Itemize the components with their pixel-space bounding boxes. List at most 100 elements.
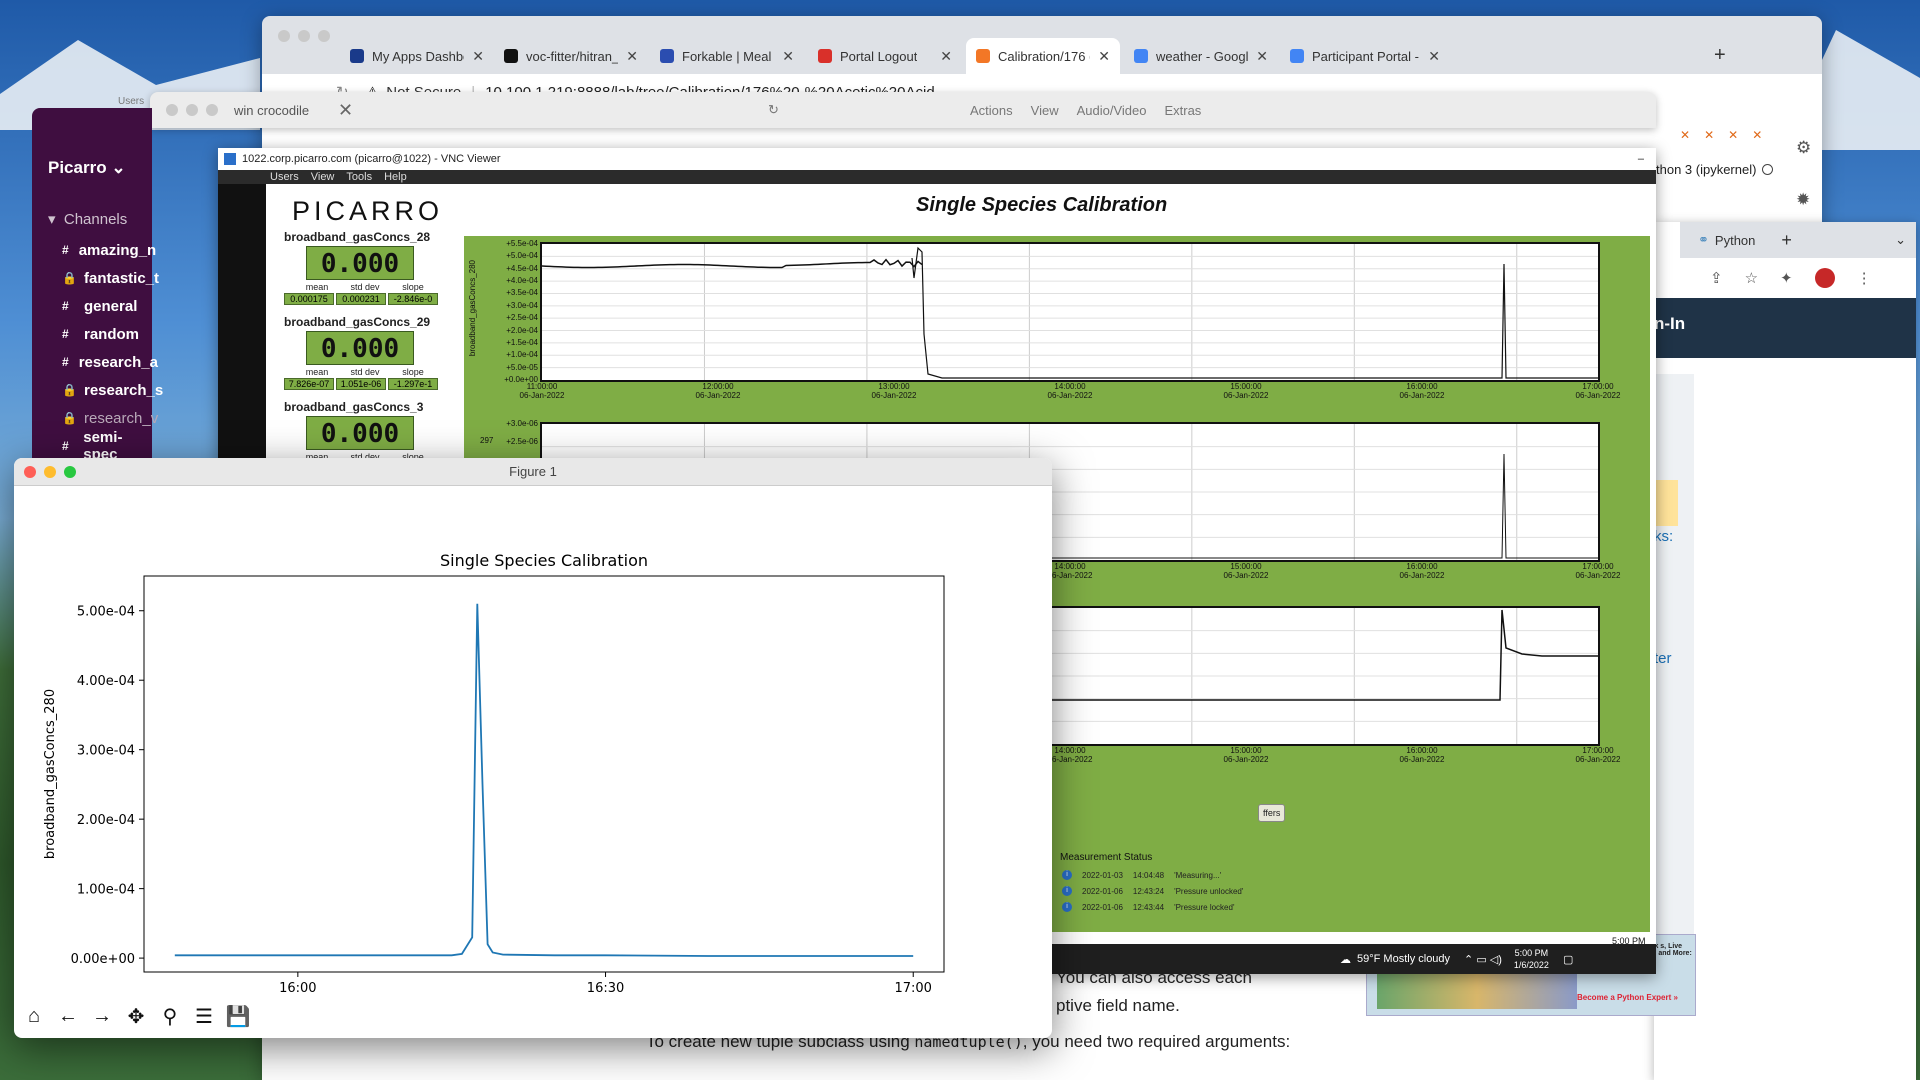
hash-icon: # <box>62 439 69 453</box>
tab-favicon-icon <box>350 49 364 63</box>
hash-icon: # <box>62 299 69 313</box>
new-tab-button[interactable]: + <box>1714 44 1726 67</box>
new-tab-button-2[interactable]: + <box>1781 230 1792 251</box>
y-axis-label: broadband_gasConcs_280 <box>43 689 58 859</box>
tab-favicon-icon <box>1134 49 1148 63</box>
rdp-menu-item[interactable]: Audio/Video <box>1077 103 1147 118</box>
rdp-menu-item[interactable]: Actions <box>970 103 1013 118</box>
figure-window: Figure 1 Single Species Calibration broad… <box>14 458 1052 1038</box>
tab-label: voc-fitter/hitran_const <box>526 48 618 64</box>
clock[interactable]: 5:00 PM 1/6/2022 <box>1514 947 1549 971</box>
tray-icons[interactable]: ⌃ ▭ ◁) <box>1464 953 1502 966</box>
channel-item[interactable]: # random <box>32 320 152 348</box>
tab-close-icon[interactable]: ✕ <box>782 48 794 65</box>
vnc-menu-item[interactable]: Users <box>270 171 299 183</box>
figure-window-controls[interactable] <box>24 466 76 478</box>
article-link-1[interactable]: ks: <box>1654 528 1673 545</box>
menu-icon[interactable]: ⋮ <box>1857 269 1872 287</box>
rdp-window-controls[interactable] <box>166 104 218 116</box>
home-icon[interactable]: ⌂ <box>20 1002 48 1030</box>
rdp-menu-item[interactable]: View <box>1031 103 1059 118</box>
rdp-refresh-icon[interactable]: ↻ <box>768 102 779 118</box>
channel-item[interactable]: 🔒 research_v <box>32 404 158 432</box>
channel-item[interactable]: # semi-spec <box>32 429 152 463</box>
channel-name: research_a <box>78 353 158 371</box>
stat-header: std dev <box>350 367 380 377</box>
channel-item[interactable]: # general <box>32 292 152 320</box>
extensions-icon[interactable]: ✦ <box>1780 269 1793 287</box>
browser-tab[interactable]: My Apps Dashboard | ✕ <box>340 38 494 74</box>
gauge: broadband_gasConcs_29 0.000 mean std dev slo… <box>284 315 444 390</box>
plot1[interactable]: +5.5e-04 +5.0e-04 +4.5e-04 +4.0e-04 +3.5e-04… <box>504 239 1620 400</box>
chevron-down-icon[interactable]: ⌄ <box>1895 232 1906 248</box>
vnc-minimize[interactable]: – <box>1638 153 1644 165</box>
buffers-button[interactable]: ffers <box>1258 804 1286 822</box>
forward-icon[interactable]: → <box>88 1002 116 1030</box>
vnc-menu-item[interactable]: Tools <box>346 171 372 183</box>
y-tick-label: 4.00e-04 <box>77 674 135 689</box>
pan-icon[interactable]: ✥ <box>122 1002 150 1030</box>
tab-close-icon[interactable]: ✕ <box>1256 48 1268 65</box>
configure-icon[interactable]: ☰ <box>190 1002 218 1030</box>
x-tick-label: 12:00:00 06-Jan-2022 <box>695 382 741 400</box>
weather-text[interactable]: 59°F Mostly cloudy <box>1357 953 1450 965</box>
x-tick-label: 16:00:00 06-Jan-2022 <box>1399 382 1445 400</box>
tab-favicon-icon <box>818 49 832 63</box>
profile-avatar[interactable] <box>1814 268 1835 288</box>
channel-item[interactable]: # amazing_n <box>32 236 156 264</box>
status-row[interactable]: i 2022-01-06 12:43:44 'Pressure locked' <box>1062 899 1650 915</box>
browser-tab[interactable]: Forkable | Meal Dashb ✕ <box>650 38 804 74</box>
figure-toolbar: ⌂ ← → ✥ ⚲ ☰ 💾 <box>20 1002 252 1030</box>
browser-tab[interactable]: voc-fitter/hitran_const ✕ <box>494 38 648 74</box>
hash-icon: # <box>62 243 69 257</box>
tab-close-icon[interactable]: ✕ <box>472 48 484 65</box>
gauge: broadband_gasConcs_3 0.000 mean std dev slop… <box>284 400 444 462</box>
y-tick-label: +1.5e-04 <box>506 337 538 347</box>
browser-tab[interactable]: Portal Logout ✕ <box>808 38 962 74</box>
vnc-titlebar: 1022.corp.picarro.com (picarro@1022) - V… <box>218 148 1656 170</box>
notifications-icon[interactable]: ▢ <box>1563 953 1573 966</box>
channel-item[interactable]: # research_a <box>32 348 158 376</box>
article-link-2[interactable]: ter <box>1654 650 1672 667</box>
rdp-menu-item[interactable]: Extras <box>1164 103 1201 118</box>
save-icon[interactable]: 💾 <box>224 1002 252 1030</box>
zoom-icon[interactable]: ⚲ <box>156 1002 184 1030</box>
signin-bar[interactable]: n-In <box>1654 298 1916 358</box>
tab-close-icon[interactable]: ✕ <box>1428 48 1440 65</box>
slack-workspace-name[interactable]: Picarro ⌄ <box>32 108 152 178</box>
x-tick-label: 15:00:00 06-Jan-2022 <box>1223 746 1269 764</box>
browser-tab[interactable]: weather - Google Sear ✕ <box>1124 38 1278 74</box>
channels-header[interactable]: ▾ Channels <box>32 178 152 236</box>
y-tick-label: +4.5e-04 <box>506 263 538 273</box>
rdp-title: win crocodile <box>234 102 310 118</box>
vnc-icon <box>224 153 236 165</box>
y-tick-label: 2.00e-04 <box>77 813 135 828</box>
x-tick-label: 16:30 <box>587 981 624 996</box>
back-icon[interactable]: ← <box>54 1002 82 1030</box>
debugger-icon[interactable]: ✹ <box>1796 190 1810 210</box>
share-icon[interactable]: ⇪ <box>1710 269 1723 287</box>
vnc-menu-item[interactable]: Help <box>384 171 407 183</box>
stat-value: 0.000175 <box>284 293 334 305</box>
star-icon[interactable]: ☆ <box>1745 269 1758 287</box>
status-row[interactable]: i 2022-01-03 14:04:48 'Measuring...' <box>1062 867 1650 883</box>
channel-name: research_s <box>84 381 164 399</box>
vnc-menu-item[interactable]: View <box>311 171 335 183</box>
browser-tab[interactable]: Calibration/176 (27) - ✕ <box>966 38 1120 74</box>
channel-item[interactable]: 🔒 research_s <box>32 376 163 404</box>
y-tick-label: 5.00e-04 <box>77 605 135 620</box>
window-controls[interactable] <box>278 30 330 42</box>
tab-close-icon[interactable]: ✕ <box>940 48 952 65</box>
y-tick-label: +2.5e-04 <box>506 313 538 323</box>
tab-close-icon[interactable]: ✕ <box>1098 48 1110 65</box>
settings-icon[interactable]: ⚙ <box>1796 138 1811 158</box>
python-tab[interactable]: ⚭ <box>1698 232 1709 248</box>
info-icon: i <box>1062 886 1072 896</box>
rdp-close-icon[interactable]: ✕ <box>338 100 353 121</box>
status-row[interactable]: i 2022-01-06 12:43:24 'Pressure unlocked' <box>1062 883 1650 899</box>
matplotlib-chart[interactable]: Single Species Calibration broadband_gasC… <box>14 486 1052 996</box>
channel-item[interactable]: 🔒 fantastic_t <box>32 264 159 292</box>
browser-tab[interactable]: Participant Portal - Ce ✕ <box>1280 38 1450 74</box>
tab-close-icon[interactable]: ✕ <box>626 48 638 65</box>
x-tick-label: 17:00:00 06-Jan-2022 <box>1575 746 1621 764</box>
